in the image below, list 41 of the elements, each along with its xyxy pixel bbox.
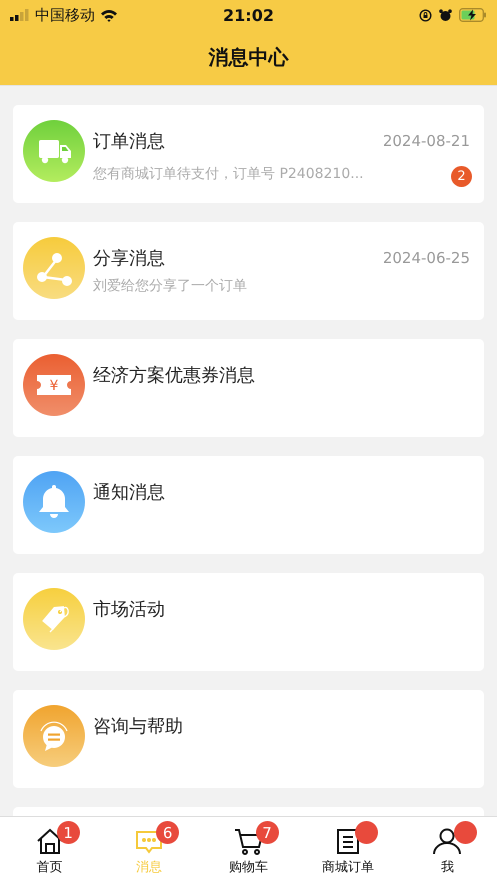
message-title: 市场活动 [93,598,165,621]
unread-count-badge: 2 [451,166,472,187]
tab-bar-item[interactable]: 首页 1 [0,817,100,883]
message-title: 通知消息 [93,481,165,504]
message-title: 经济方案优惠券消息 [93,364,255,387]
truck-icon [23,120,85,182]
message-card[interactable]: 市场活动 [13,573,484,671]
battery-charging-icon [459,8,487,22]
message-title: 分享消息 [93,247,165,270]
share-icon [23,237,85,299]
page-title: 消息中心 [208,44,288,71]
message-card[interactable]: 订单消息 2024-08-21 您有商城订单待支付，订单号 P2408210... 2 [13,105,484,203]
wifi-icon [100,8,118,22]
message-card[interactable]: 通知消息 [13,456,484,554]
message-date: 2024-08-21 [382,132,470,150]
cart-icon [234,826,264,856]
notification-badge: 1 [56,821,80,844]
message-preview: 刘爱给您分享了一个订单 [93,277,247,295]
message-title: 咨询与帮助 [93,715,183,738]
tab-bar-item[interactable]: 我 [398,817,497,883]
chat-bubble-icon [23,705,85,767]
message-card[interactable]: ¥ 经济方案优惠券消息 [13,339,484,437]
notification-badge: 6 [156,821,180,844]
message-preview: 您有商城订单待支付，订单号 P2408210... [93,164,364,182]
ticket-icon: ¥ [23,354,85,416]
tab-bar-item[interactable]: 购物车 7 [198,817,298,883]
clock-time: 21:02 [222,6,275,24]
person-icon [432,826,462,856]
message-card[interactable]: 咨询与帮助 [13,690,484,788]
alarm-icon [439,8,452,22]
tag-icon [23,588,85,650]
message-card[interactable]: 分享消息 2024-06-25 刘爱给您分享了一个订单 [13,222,484,320]
message-date: 2024-06-25 [382,249,470,267]
tab-bar-item[interactable]: 消息 6 [99,817,199,883]
tab-bar-item[interactable]: 商城订单 [298,817,398,883]
message-title: 订单消息 [93,130,165,153]
rotation-lock-icon [419,8,432,22]
bell-icon [23,471,85,533]
notification-badge: 7 [256,821,279,844]
carrier-name: 中国移动 [35,6,95,24]
signal-icon [10,9,30,21]
